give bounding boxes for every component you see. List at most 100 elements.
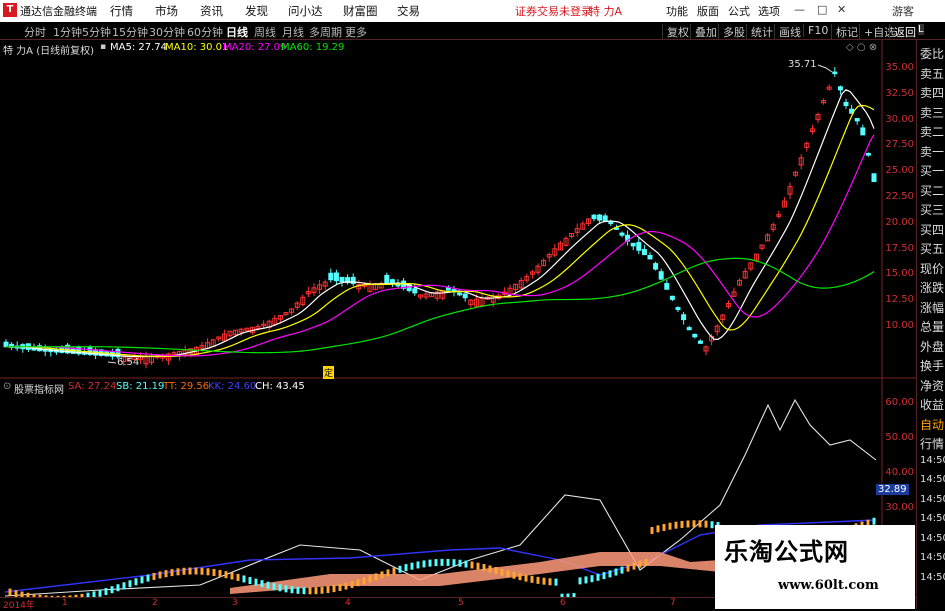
candle (423, 291, 429, 300)
indicator-bar (344, 582, 348, 590)
indicator-bar (710, 521, 714, 529)
panel-label-17: 净资 (920, 378, 945, 393)
indicator-bar (584, 576, 588, 584)
candle (826, 84, 832, 91)
candle (647, 252, 653, 260)
candle (636, 238, 642, 255)
panel-label-22[interactable]: 14:50 (920, 474, 945, 485)
candle (350, 273, 356, 287)
indicator-bar (524, 574, 528, 582)
candle (731, 287, 737, 297)
indicator-bar (206, 568, 210, 576)
candle (737, 278, 743, 287)
indicator-bar (446, 558, 450, 566)
indicator-bar (494, 567, 498, 575)
indicator-bar (308, 587, 312, 595)
price-tick-7: 17.50 (885, 242, 914, 254)
candle (669, 295, 675, 302)
price-tick-5: 22.50 (885, 191, 914, 202)
candle (720, 313, 726, 324)
indicator-current-badge: 32.89 (876, 484, 909, 495)
candle (703, 345, 709, 356)
panel-label-27[interactable]: 14:50 (920, 572, 945, 583)
indicator-bar (674, 521, 678, 529)
high-price-label: 35.71 (788, 59, 817, 70)
indicator-bar (488, 565, 492, 573)
indicator-bar (332, 585, 336, 593)
indicator-bar (542, 577, 546, 585)
panel-label-19[interactable]: 自动 (920, 416, 944, 433)
price-tick-10: 10.00 (885, 320, 914, 331)
indicator-bar (632, 562, 636, 570)
panel-label-24[interactable]: 14:50 (920, 513, 945, 524)
indicator-bar (182, 567, 186, 575)
indicator-bar (140, 576, 144, 584)
indicator-bar (518, 573, 522, 581)
x-label-month-7: 7 (670, 598, 676, 608)
panel-label-8: 买三 (920, 203, 945, 217)
high-pointer (817, 64, 833, 73)
indicator-bar (260, 580, 264, 588)
indicator-bar (470, 561, 474, 569)
indicator-tick-0: 60.00 (885, 397, 914, 408)
indicator-bar (272, 583, 276, 591)
candle (261, 320, 267, 329)
indicator-bar (8, 588, 12, 596)
indicator-bar (482, 564, 486, 572)
panel-toggle-icon[interactable]: L (918, 24, 924, 35)
indicator-bar (602, 572, 606, 580)
panel-label-15: 外盘 (920, 339, 945, 354)
candle (798, 154, 804, 170)
indicator-bar (242, 575, 246, 583)
indicator-bar (194, 567, 198, 575)
candle (608, 219, 614, 226)
indicator-bar (14, 590, 18, 597)
indicator-bar (170, 569, 174, 577)
panel-label-21[interactable]: 14:50 (920, 455, 945, 466)
indicator-bar (686, 520, 690, 528)
indicator-bar (698, 520, 702, 528)
indicator-bar (650, 526, 654, 534)
indicator-bar (152, 572, 156, 580)
mark-badge[interactable]: 定 (323, 366, 335, 379)
candle (585, 218, 591, 226)
candle (283, 312, 289, 316)
candle (843, 98, 849, 109)
candle (692, 333, 698, 339)
indicator-bar (326, 586, 330, 594)
indicator-bar (368, 575, 372, 583)
panel-label-25[interactable]: 14:50 (920, 533, 945, 544)
indicator-bar (386, 569, 390, 577)
indicator-bar (692, 520, 696, 528)
candle (311, 283, 317, 296)
indicator-bar (122, 582, 126, 590)
indicator-bar (656, 525, 660, 533)
candle (524, 273, 530, 284)
indicator-tick-1: 50.00 (885, 432, 914, 443)
candle (854, 118, 860, 125)
panel-label-26[interactable]: 14:50 (920, 552, 945, 563)
candle (552, 244, 558, 258)
panel-label-16: 换手 (920, 359, 945, 373)
indicator-bar (608, 570, 612, 578)
candle (597, 213, 603, 224)
candle (787, 182, 793, 200)
candle (625, 230, 631, 246)
kline-chart[interactable] (0, 0, 916, 597)
indicator-bar (320, 586, 324, 594)
candle (793, 170, 799, 178)
candle (697, 339, 703, 344)
indicator-bar (380, 571, 384, 579)
candlestick-series (3, 67, 877, 369)
panel-label-20[interactable]: 行情 (920, 435, 944, 452)
candle (300, 294, 306, 307)
indicator-bar (614, 568, 618, 576)
candle (832, 67, 838, 77)
candle (804, 141, 810, 152)
candle (529, 269, 535, 279)
panel-label-23[interactable]: 14:50 (920, 494, 945, 505)
panel-label-18: 收益 (920, 398, 945, 412)
candle (440, 290, 446, 301)
indicator-bar (266, 581, 270, 589)
price-tick-4: 25.00 (885, 165, 914, 177)
